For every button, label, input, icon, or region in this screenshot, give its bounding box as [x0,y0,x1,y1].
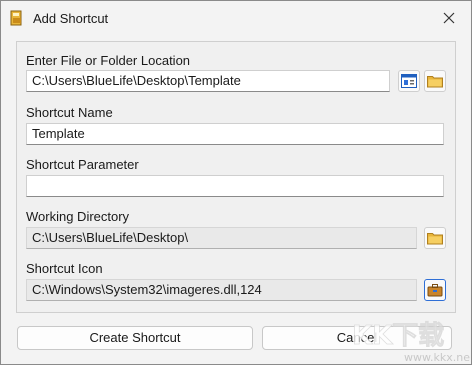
svg-text:KK下载: KK下载 [352,321,444,351]
shortcut-icon-label: Shortcut Icon [26,261,103,276]
svg-text:www.kkx.net: www.kkx.net [404,351,470,364]
title-bar: Add Shortcut [1,1,471,35]
create-shortcut-button[interactable]: Create Shortcut [17,326,253,350]
location-input[interactable]: C:\Users\BlueLife\Desktop\Template [26,70,390,92]
window-title: Add Shortcut [33,11,109,26]
browse-folder-button[interactable] [424,70,446,92]
working-directory-input[interactable]: C:\Users\BlueLife\Desktop\ [26,227,417,249]
folder-icon [427,76,443,88]
close-icon [443,12,455,24]
close-button[interactable] [437,7,461,29]
shortcut-app-icon [10,10,22,26]
browse-working-directory-button[interactable] [424,227,446,249]
folder-icon [427,233,443,245]
shortcut-icon-input[interactable]: C:\Windows\System32\imageres.dll,124 [26,279,417,301]
name-label: Shortcut Name [26,105,113,120]
parameter-label: Shortcut Parameter [26,157,139,172]
window-icon [401,74,417,88]
change-icon-button[interactable] [424,279,446,301]
working-directory-label: Working Directory [26,209,130,224]
shortcut-name-input[interactable]: Template [26,123,444,145]
watermark-logo: KK下载 www.kkx.net [352,321,470,364]
briefcase-icon [427,284,443,297]
location-label: Enter File or Folder Location [26,53,191,68]
shortcut-parameter-input[interactable] [26,175,444,197]
browse-file-button[interactable] [398,70,420,92]
